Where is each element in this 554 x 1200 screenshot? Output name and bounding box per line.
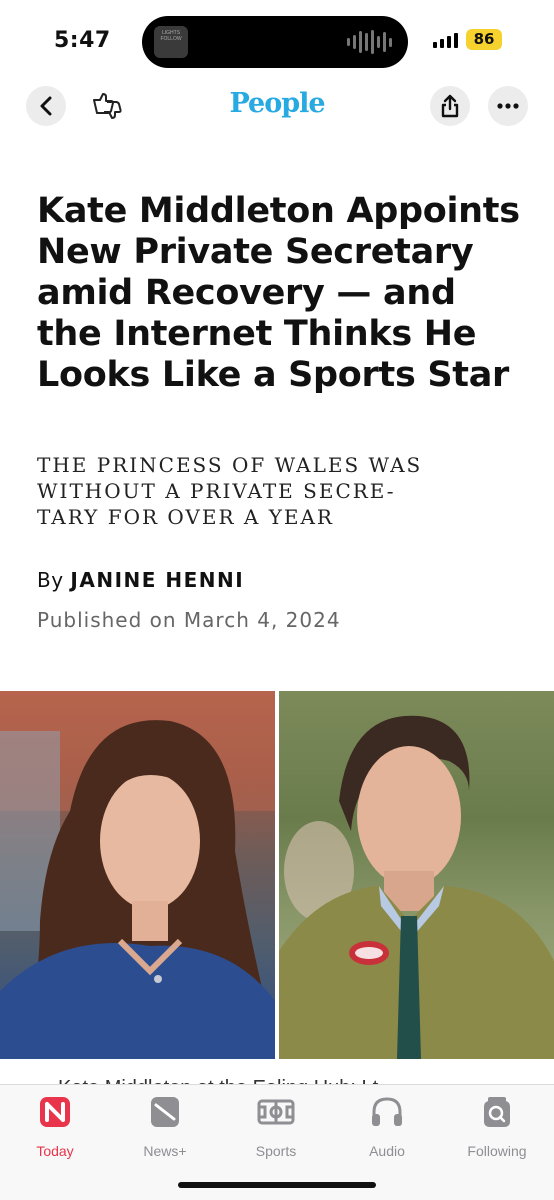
home-indicator[interactable] <box>178 1182 376 1188</box>
tab-bar: Today News+ Sports Audio Following <box>0 1084 554 1200</box>
tab-audio[interactable]: Audio <box>342 1093 432 1159</box>
image-caption: Kate Middleton at the Ealing Hub; Lt <box>58 1074 378 1084</box>
private-secretary-photo[interactable] <box>279 691 554 1059</box>
publish-date: Published on March 4, 2024 <box>37 608 341 632</box>
kate-middleton-illustration <box>0 691 275 1059</box>
share-icon <box>441 94 459 118</box>
news-plus-icon <box>151 1097 179 1127</box>
status-bar: 5:47 LIGHTS FOLLOW 86 <box>0 0 554 80</box>
article-navbar: People <box>0 84 554 132</box>
private-secretary-illustration <box>279 715 554 1059</box>
more-icon <box>497 103 519 109</box>
share-button[interactable] <box>430 86 470 126</box>
article-subhead: THE PRINCESS OF WALES WAS WITHOUT A PRIV… <box>37 452 497 530</box>
dynamic-island[interactable]: LIGHTS FOLLOW <box>142 16 408 68</box>
tab-today[interactable]: Today <box>10 1093 100 1159</box>
tab-news-plus[interactable]: News+ <box>120 1093 210 1159</box>
battery-indicator: 86 <box>466 29 502 50</box>
author-link[interactable]: JANINE HENNI <box>70 568 244 592</box>
headphones-icon <box>372 1097 402 1126</box>
tab-following[interactable]: Following <box>452 1093 542 1159</box>
tab-label: Today <box>36 1143 74 1159</box>
news-today-icon <box>40 1097 70 1127</box>
publisher-logo[interactable]: People <box>0 88 554 119</box>
tab-sports[interactable]: Sports <box>231 1093 321 1159</box>
following-search-icon <box>484 1097 510 1127</box>
more-button[interactable] <box>488 86 528 126</box>
tab-label: News+ <box>143 1143 187 1159</box>
kate-middleton-photo[interactable] <box>0 691 275 1059</box>
tab-label: Sports <box>255 1143 297 1159</box>
article-hero-images[interactable] <box>0 691 554 1059</box>
now-playing-thumbnail: LIGHTS FOLLOW <box>154 26 188 58</box>
cellular-signal-icon <box>433 32 458 48</box>
byline: By JANINE HENNI <box>37 568 244 592</box>
tab-label: Following <box>467 1143 527 1159</box>
sports-field-icon <box>257 1099 295 1125</box>
subhead-line: WITHOUT A PRIVATE SECRE- <box>37 479 396 503</box>
subhead-line: THE PRINCESS OF WALES WAS <box>37 453 423 477</box>
audio-waveform-icon <box>347 30 392 54</box>
article-headline: Kate Middleton Appoints New Private Secr… <box>37 191 520 395</box>
byline-prefix: By <box>37 568 64 592</box>
subhead-line: TARY FOR OVER A YEAR <box>37 505 334 529</box>
tab-label: Audio <box>369 1143 405 1159</box>
status-time: 5:47 <box>54 28 111 53</box>
